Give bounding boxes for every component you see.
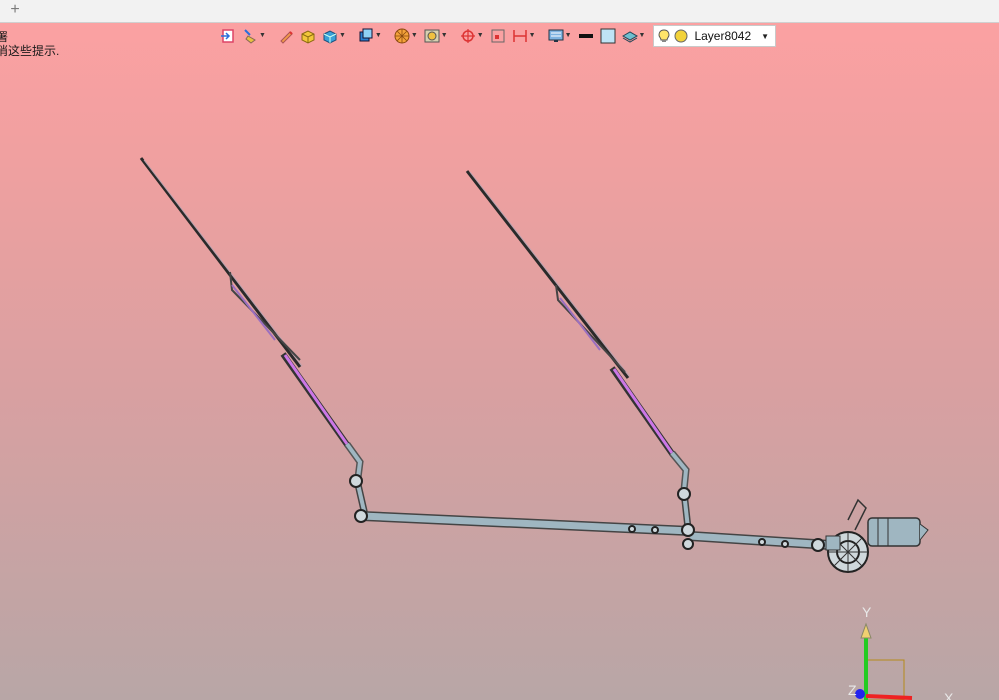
layer-name: Layer8042 bbox=[694, 29, 752, 43]
chevron-down-icon: ▼ bbox=[761, 31, 770, 41]
fill-color-button[interactable] bbox=[598, 25, 618, 47]
layer-selector[interactable]: Layer8042 ▼ bbox=[653, 25, 777, 47]
paint-button[interactable]: ▼ bbox=[240, 25, 268, 47]
right-wiper-arm[interactable] bbox=[609, 366, 690, 491]
display-button[interactable]: ▼ bbox=[546, 25, 574, 47]
chevron-down-icon: ▼ bbox=[638, 32, 646, 39]
pencil-icon bbox=[280, 31, 293, 44]
chevron-down-icon: ▼ bbox=[410, 32, 418, 39]
layers-icon bbox=[621, 31, 638, 43]
small-view-button[interactable] bbox=[488, 25, 508, 47]
axis-z-label: Z bbox=[848, 682, 857, 698]
shaded-button[interactable] bbox=[298, 25, 318, 47]
layer-color-icon bbox=[674, 29, 688, 43]
left-wiper-arm[interactable] bbox=[280, 352, 364, 479]
dimension-icon bbox=[512, 30, 527, 42]
axis-y-label: Y bbox=[862, 604, 872, 620]
frame-button[interactable]: ▼ bbox=[422, 25, 450, 47]
dimension-button[interactable]: ▼ bbox=[510, 25, 538, 47]
linkage-rod-secondary[interactable] bbox=[680, 491, 831, 550]
snap-button[interactable]: ▼ bbox=[458, 25, 486, 47]
chevron-down-icon: ▼ bbox=[374, 32, 382, 39]
chevron-down-icon: ▼ bbox=[338, 32, 346, 39]
right-wiper-blade[interactable] bbox=[465, 170, 631, 379]
crosshair-icon bbox=[460, 29, 475, 43]
black-bar-icon bbox=[578, 34, 593, 38]
sketch-button[interactable] bbox=[276, 25, 296, 47]
render-style-button[interactable]: ▼ bbox=[392, 25, 420, 47]
chevron-down-icon: ▼ bbox=[528, 32, 536, 39]
layers-button[interactable]: ▼ bbox=[620, 25, 648, 47]
cad-window: + 署 消这些提示. Y X Z ▼ ▼ ▼ ▼ ▼ ▼ ▼ ▼ ▼ Layer… bbox=[0, 0, 999, 700]
chevron-down-icon: ▼ bbox=[440, 32, 448, 39]
linkage-rod-main[interactable] bbox=[353, 479, 691, 536]
view-orientation-button[interactable]: ▼ bbox=[356, 25, 384, 47]
pie-wheel-icon bbox=[394, 28, 410, 44]
viewport-3d[interactable] bbox=[0, 0, 999, 700]
small-square-icon bbox=[491, 29, 505, 43]
box-yellow-icon bbox=[301, 30, 315, 44]
exit-icon bbox=[221, 29, 234, 43]
frame-icon bbox=[424, 29, 440, 43]
view-cube-icon bbox=[359, 28, 373, 42]
light-blue-square-icon bbox=[600, 28, 615, 44]
line-color-button[interactable] bbox=[576, 25, 596, 47]
chevron-down-icon: ▼ bbox=[476, 32, 484, 39]
exit-button[interactable] bbox=[218, 25, 238, 47]
bulb-icon bbox=[658, 29, 670, 42]
monitor-icon bbox=[548, 29, 564, 42]
axis-triad bbox=[855, 622, 913, 700]
paint-brush-icon bbox=[244, 29, 256, 44]
view-toolbar: ▼ ▼ ▼ ▼ ▼ ▼ ▼ ▼ ▼ Layer8042 ▼ bbox=[218, 25, 777, 47]
box-blue-icon bbox=[323, 30, 337, 44]
chevron-down-icon: ▼ bbox=[259, 32, 266, 39]
axis-x-label: X bbox=[944, 690, 954, 700]
left-wiper-blade[interactable] bbox=[139, 157, 303, 368]
wiper-motor[interactable] bbox=[825, 498, 929, 573]
solid-view-button[interactable]: ▼ bbox=[320, 25, 348, 47]
chevron-down-icon: ▼ bbox=[564, 32, 572, 39]
